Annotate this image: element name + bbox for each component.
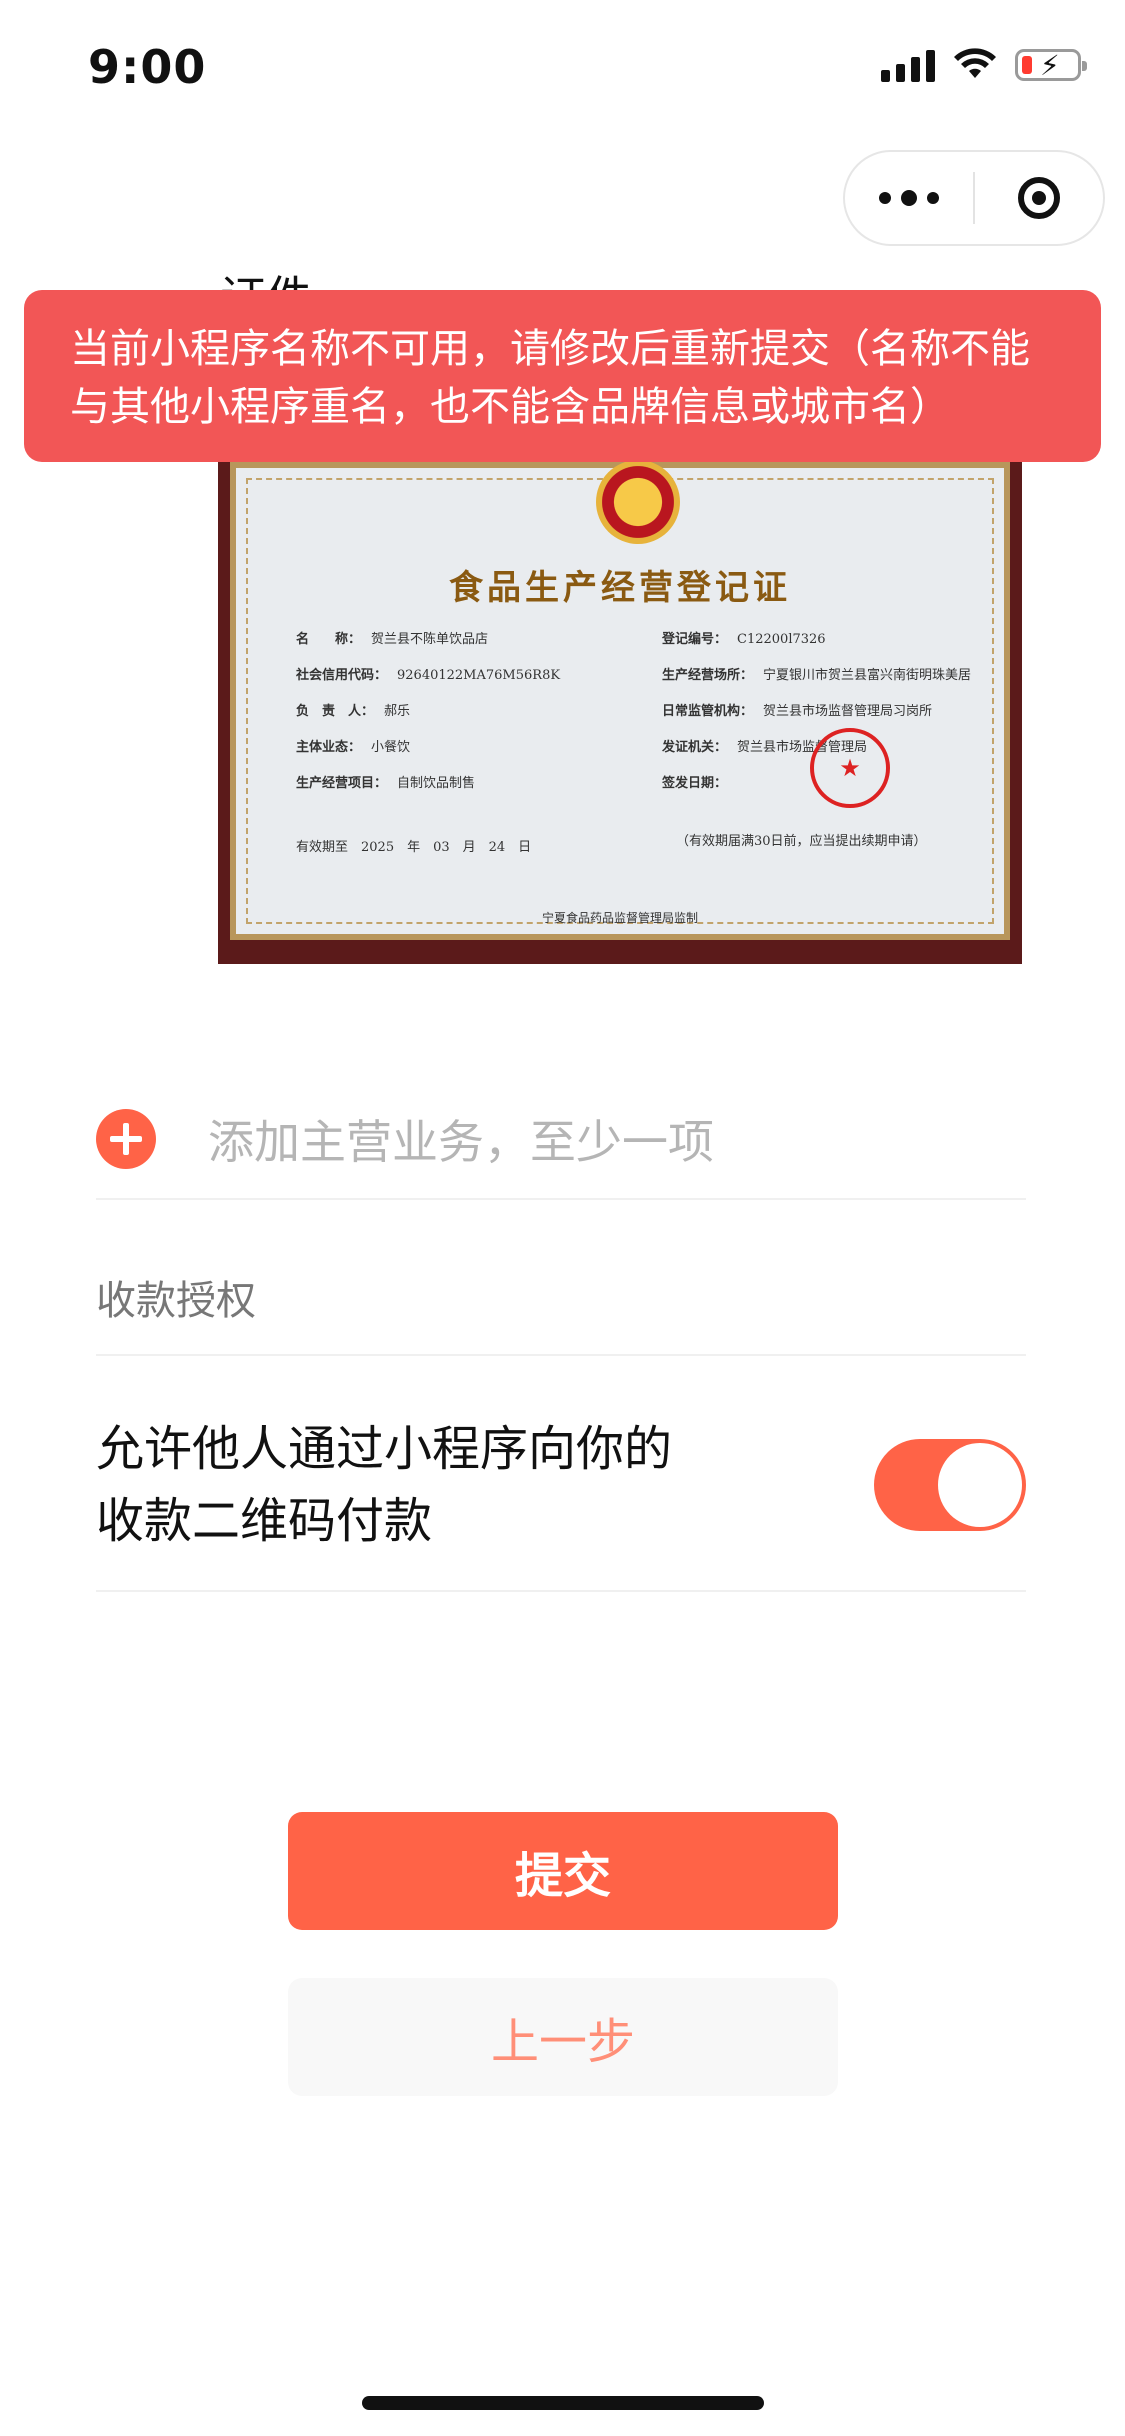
cert-field: 主体业态： 小餐饮 <box>296 740 411 755</box>
national-emblem-icon <box>596 462 680 544</box>
cert-field: 生产经营场所： 宁夏银川市贺兰县富兴南街明珠美居 <box>662 668 972 683</box>
miniprogram-capsule <box>843 150 1105 246</box>
error-toast: 当前小程序名称不可用，请修改后重新提交（名称不能与其他小程序重名，也不能含品牌信… <box>24 290 1101 462</box>
battery-icon: ⚡ <box>1015 49 1087 82</box>
payment-auth-row: 允许他人通过小程序向你的收款二维码付款 <box>96 1390 1026 1580</box>
cert-field: 签发日期： <box>662 776 728 791</box>
more-dots-icon[interactable] <box>845 152 973 244</box>
payment-auth-toggle[interactable] <box>874 1439 1026 1531</box>
cert-note: （有效期届满30日前，应当提出续期申请） <box>676 834 927 849</box>
cert-field: 登记编号： C12200l7326 <box>662 632 826 647</box>
status-icons: ⚡ <box>881 48 1087 82</box>
submit-button[interactable]: 提交 <box>288 1812 838 1930</box>
cellular-signal-icon <box>881 48 935 82</box>
cert-field: 生产经营项目： 自制饮品制售 <box>296 776 476 791</box>
target-circle-icon <box>1018 177 1060 219</box>
divider <box>96 1354 1026 1356</box>
cert-field: 名 称： 贺兰县不陈单饮品店 <box>296 632 489 647</box>
previous-step-button[interactable]: 上一步 <box>288 1978 838 2096</box>
add-circle-icon[interactable] <box>96 1109 156 1169</box>
cert-field: 日常监管机构： 贺兰县市场监督管理局习岗所 <box>662 704 933 719</box>
certificate-image[interactable]: 食品生产经营登记证 名 称： 贺兰县不陈单饮品店 社会信用代码： 92640122M… <box>218 462 1022 964</box>
status-time: 9:00 <box>88 40 207 94</box>
add-business-placeholder: 添加主营业务，至少一项 <box>208 1115 714 1169</box>
toggle-knob <box>938 1443 1022 1527</box>
wifi-icon <box>954 48 996 78</box>
payment-auth-description: 允许他人通过小程序向你的收款二维码付款 <box>96 1421 673 1549</box>
cert-field: 社会信用代码： 92640122MA76M56R8K <box>296 668 561 683</box>
cert-validity: 有效期至 2025 年 03 月 24 日 <box>296 840 532 855</box>
cert-field: 负 责 人： 郝乐 <box>296 704 411 719</box>
certificate-title: 食品生产经营登记证 <box>449 568 791 608</box>
cert-issuer-footer: 宁夏食品药品监督管理局监制 <box>541 911 698 925</box>
close-miniprogram-button[interactable] <box>975 177 1103 219</box>
certificate-paper: 食品生产经营登记证 名 称： 贺兰县不陈单饮品店 社会信用代码： 92640122M… <box>230 462 1010 940</box>
payment-auth-section-title: 收款授权 <box>96 1278 256 1324</box>
add-main-business-row[interactable]: 添加主营业务，至少一项 <box>96 1080 1026 1200</box>
official-seal-icon: ★ <box>810 728 890 808</box>
home-indicator[interactable] <box>362 2396 764 2410</box>
divider <box>96 1590 1026 1592</box>
